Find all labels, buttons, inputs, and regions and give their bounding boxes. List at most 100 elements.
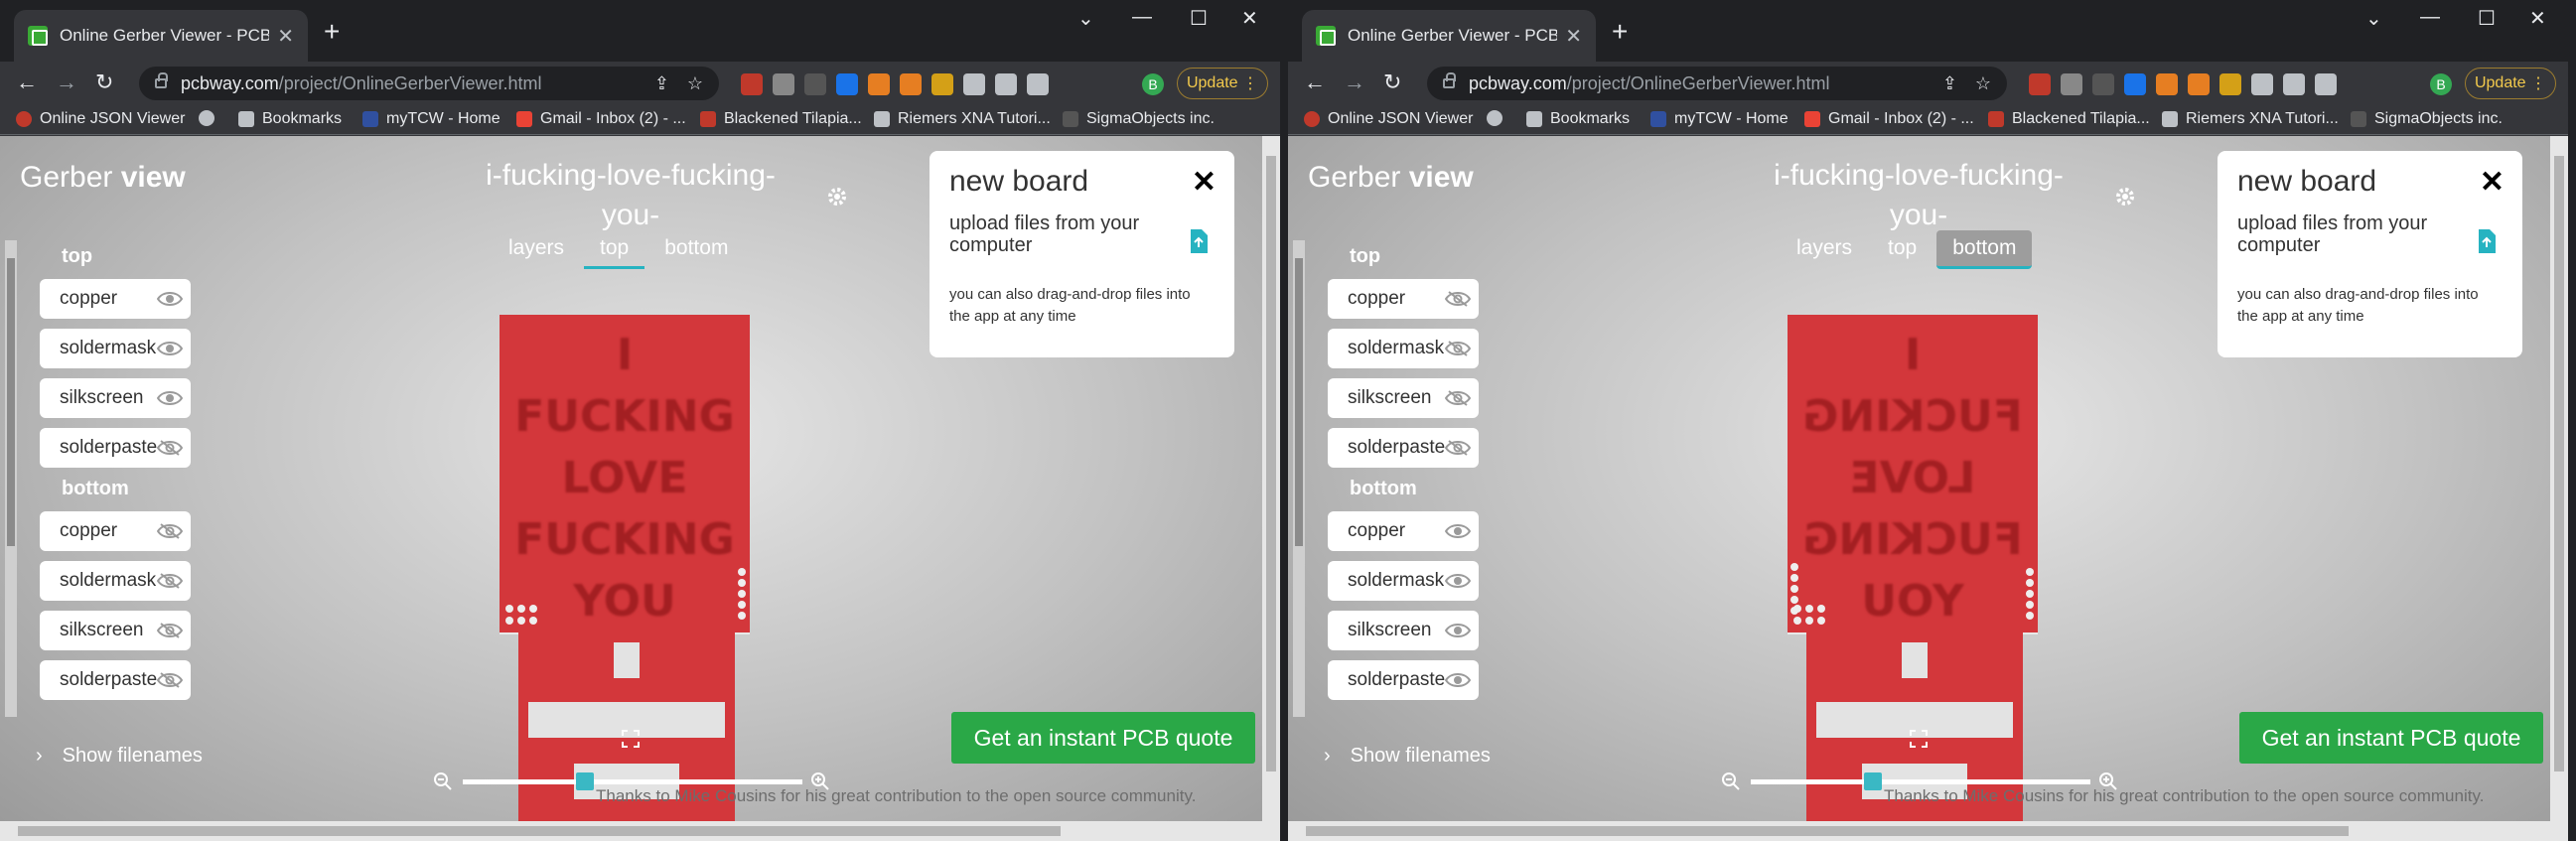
check-icon[interactable] — [836, 73, 858, 95]
tab-bottom[interactable]: bottom — [648, 230, 744, 269]
minimize-icon[interactable]: — — [1132, 6, 1152, 29]
top-layer-toggle[interactable]: copper — [1328, 279, 1479, 319]
eye-icon[interactable] — [1445, 572, 1471, 590]
bookmark-item[interactable]: Riemers XNA Tutori... — [2162, 110, 2339, 128]
eye-icon[interactable] — [157, 340, 183, 357]
bookmark-item[interactable]: SigmaObjects inc. — [1063, 110, 1215, 128]
tab-search-icon[interactable]: ⌄ — [2365, 6, 2382, 31]
check-icon[interactable] — [2124, 73, 2146, 95]
instant-quote-button[interactable]: Get an instant PCB quote — [951, 712, 1255, 764]
new-tab-icon[interactable]: + — [1612, 16, 1628, 48]
pcb-board-render[interactable]: I FUCKING LOVE FUCKING YOU — [1788, 315, 2038, 632]
browser-tab[interactable]: Online Gerber Viewer - PCB Proto ✕ — [14, 10, 308, 62]
zoom-out-icon[interactable] — [1721, 771, 1741, 791]
bookmark-item[interactable]: myTCW - Home — [362, 110, 501, 128]
eye-icon[interactable] — [1445, 622, 1471, 639]
show-filenames-toggle[interactable]: › Show filenames — [36, 745, 203, 768]
puzzle-icon[interactable] — [963, 73, 985, 95]
share-icon[interactable]: ⇪ — [1942, 73, 1957, 94]
eye-icon[interactable] — [157, 439, 184, 457]
new-tab-icon[interactable]: + — [324, 16, 340, 48]
bookmark-star-icon[interactable]: ☆ — [687, 73, 703, 94]
page-scrollbar[interactable] — [2550, 136, 2568, 821]
tab-search-icon[interactable]: ⌄ — [1077, 6, 1094, 31]
top-layer-toggle[interactable]: copper — [40, 279, 191, 319]
eye-icon[interactable] — [157, 522, 183, 540]
browser-tab[interactable]: Online Gerber Viewer - PCB Proto ✕ — [1302, 10, 1596, 62]
close-tab-icon[interactable]: ✕ — [1565, 24, 1582, 49]
tab-layers[interactable]: layers — [493, 230, 580, 269]
sidepanel-icon[interactable] — [1027, 73, 1049, 95]
eye-icon[interactable] — [157, 572, 183, 590]
bookmark-item[interactable]: Online JSON Viewer — [16, 110, 185, 128]
file-upload-icon[interactable] — [2477, 228, 2497, 254]
instant-quote-button[interactable]: Get an instant PCB quote — [2239, 712, 2543, 764]
bookmark-item[interactable] — [1487, 110, 1510, 126]
sidepanel-icon[interactable] — [2315, 73, 2337, 95]
forward-icon[interactable]: → — [56, 70, 77, 95]
horizontal-scrollbar[interactable] — [0, 821, 1280, 841]
horizontal-scrollbar[interactable] — [1288, 821, 2568, 841]
maximize-icon[interactable]: ☐ — [2478, 6, 2496, 31]
bottom-layer-toggle[interactable]: solderpaste — [1328, 660, 1479, 700]
color-icon[interactable] — [2219, 73, 2241, 95]
bottom-layer-toggle[interactable]: solderpaste — [40, 660, 191, 700]
extension-icon[interactable] — [773, 73, 794, 95]
bookmark-item[interactable]: Gmail - Inbox (2) - ... — [516, 110, 686, 128]
close-icon[interactable]: ✕ — [2480, 165, 2504, 200]
zoom-out-icon[interactable] — [433, 771, 453, 791]
share-icon[interactable]: ⇪ — [654, 73, 669, 94]
top-layer-toggle[interactable]: silkscreen — [1328, 378, 1479, 418]
bottom-layer-toggle[interactable]: copper — [1328, 511, 1479, 551]
puzzle-icon[interactable] — [2251, 73, 2273, 95]
top-layer-toggle[interactable]: silkscreen — [40, 378, 191, 418]
zoom-slider[interactable] — [463, 779, 802, 784]
back-icon[interactable]: ← — [16, 70, 38, 95]
reload-icon[interactable]: ↻ — [1383, 70, 1401, 95]
bookmark-item[interactable]: Bookmarks — [1526, 110, 1630, 128]
color-icon[interactable] — [931, 73, 953, 95]
bookmark-item[interactable]: Online JSON Viewer — [1304, 110, 1473, 128]
update-button[interactable]: Update ⋮ — [2465, 68, 2556, 99]
tab-layers[interactable]: layers — [1781, 230, 1868, 269]
upload-files-link[interactable]: upload files from your computer — [949, 212, 1178, 256]
fox-icon[interactable] — [2188, 73, 2210, 95]
top-layer-toggle[interactable]: soldermask — [1328, 329, 1479, 368]
back-icon[interactable]: ← — [1304, 70, 1326, 95]
bottom-layer-toggle[interactable]: soldermask — [1328, 561, 1479, 601]
bookmark-star-icon[interactable]: ☆ — [1975, 73, 1991, 94]
settings-gear-icon[interactable] — [2114, 186, 2136, 208]
close-window-icon[interactable]: ✕ — [1241, 6, 1258, 31]
bottom-layer-toggle[interactable]: soldermask — [40, 561, 191, 601]
bookmark-item[interactable]: myTCW - Home — [1650, 110, 1789, 128]
eye-icon[interactable] — [1445, 522, 1471, 540]
sidebar-scrollbar[interactable] — [1293, 240, 1305, 717]
tab-top[interactable]: top — [584, 230, 645, 269]
playlist-icon[interactable] — [2283, 73, 2305, 95]
eye-icon[interactable] — [157, 671, 184, 689]
page-scroll-thumb[interactable] — [1266, 156, 1276, 771]
k-icon[interactable] — [2156, 73, 2178, 95]
zoom-slider[interactable] — [1751, 779, 2090, 784]
top-layer-toggle[interactable]: solderpaste — [1328, 428, 1479, 468]
sidebar-scrollbar[interactable] — [5, 240, 17, 717]
adblock-icon[interactable] — [741, 73, 763, 95]
horizontal-scroll-thumb[interactable] — [1306, 826, 2349, 836]
eye-icon[interactable] — [157, 290, 183, 308]
profile-avatar[interactable]: B — [1142, 73, 1164, 95]
close-window-icon[interactable]: ✕ — [2529, 6, 2546, 31]
close-icon[interactable]: ✕ — [1192, 165, 1216, 200]
fullscreen-icon[interactable] — [1910, 730, 1928, 748]
bookmark-item[interactable]: Blackened Tilapia... — [700, 110, 862, 128]
fullscreen-icon[interactable] — [622, 730, 640, 748]
address-bar[interactable]: pcbway.com/project/OnlineGerberViewer.ht… — [139, 67, 719, 100]
bottom-layer-toggle[interactable]: silkscreen — [40, 611, 191, 650]
eye-icon[interactable] — [157, 622, 183, 639]
page-scrollbar[interactable] — [1262, 136, 1280, 821]
horizontal-scroll-thumb[interactable] — [18, 826, 1061, 836]
maximize-icon[interactable]: ☐ — [1190, 6, 1208, 31]
pcb-board-render[interactable]: I FUCKING LOVE FUCKING YOU — [500, 315, 750, 632]
sidebar-scroll-thumb[interactable] — [1295, 258, 1303, 546]
fox-icon[interactable] — [900, 73, 922, 95]
json-icon[interactable] — [2092, 73, 2114, 95]
